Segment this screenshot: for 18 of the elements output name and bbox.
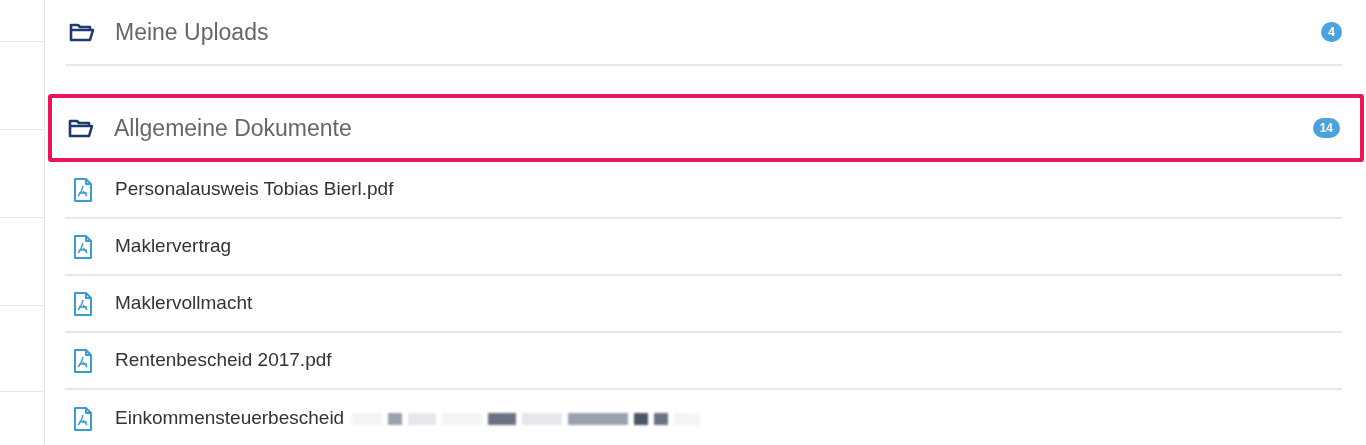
folder-icon (68, 118, 94, 138)
pdf-file-icon (73, 347, 93, 374)
file-link[interactable]: Rentenbescheid 2017.pdf (115, 346, 332, 375)
folder-row[interactable]: Meine Uploads 4 (65, 0, 1342, 66)
pdf-file-icon (73, 176, 93, 203)
file-link[interactable]: Maklervollmacht (115, 289, 253, 318)
file-link[interactable]: Personalausweis Tobias Bierl.pdf (115, 175, 394, 204)
pdf-file-icon (73, 405, 93, 432)
folder-label: Allgemeine Dokumente (114, 113, 353, 143)
pdf-file-icon (73, 233, 93, 260)
folder-label: Meine Uploads (115, 17, 270, 47)
file-link[interactable]: Einkommensteuerbescheid (115, 404, 345, 433)
pdf-file-icon (73, 290, 93, 317)
folder-row[interactable]: Allgemeine Dokumente 14 (48, 94, 1364, 162)
count-badge: 4 (1321, 22, 1342, 42)
file-link[interactable]: Maklervertrag (115, 232, 232, 261)
folder-icon (69, 22, 95, 42)
count-badge: 14 (1312, 118, 1340, 138)
